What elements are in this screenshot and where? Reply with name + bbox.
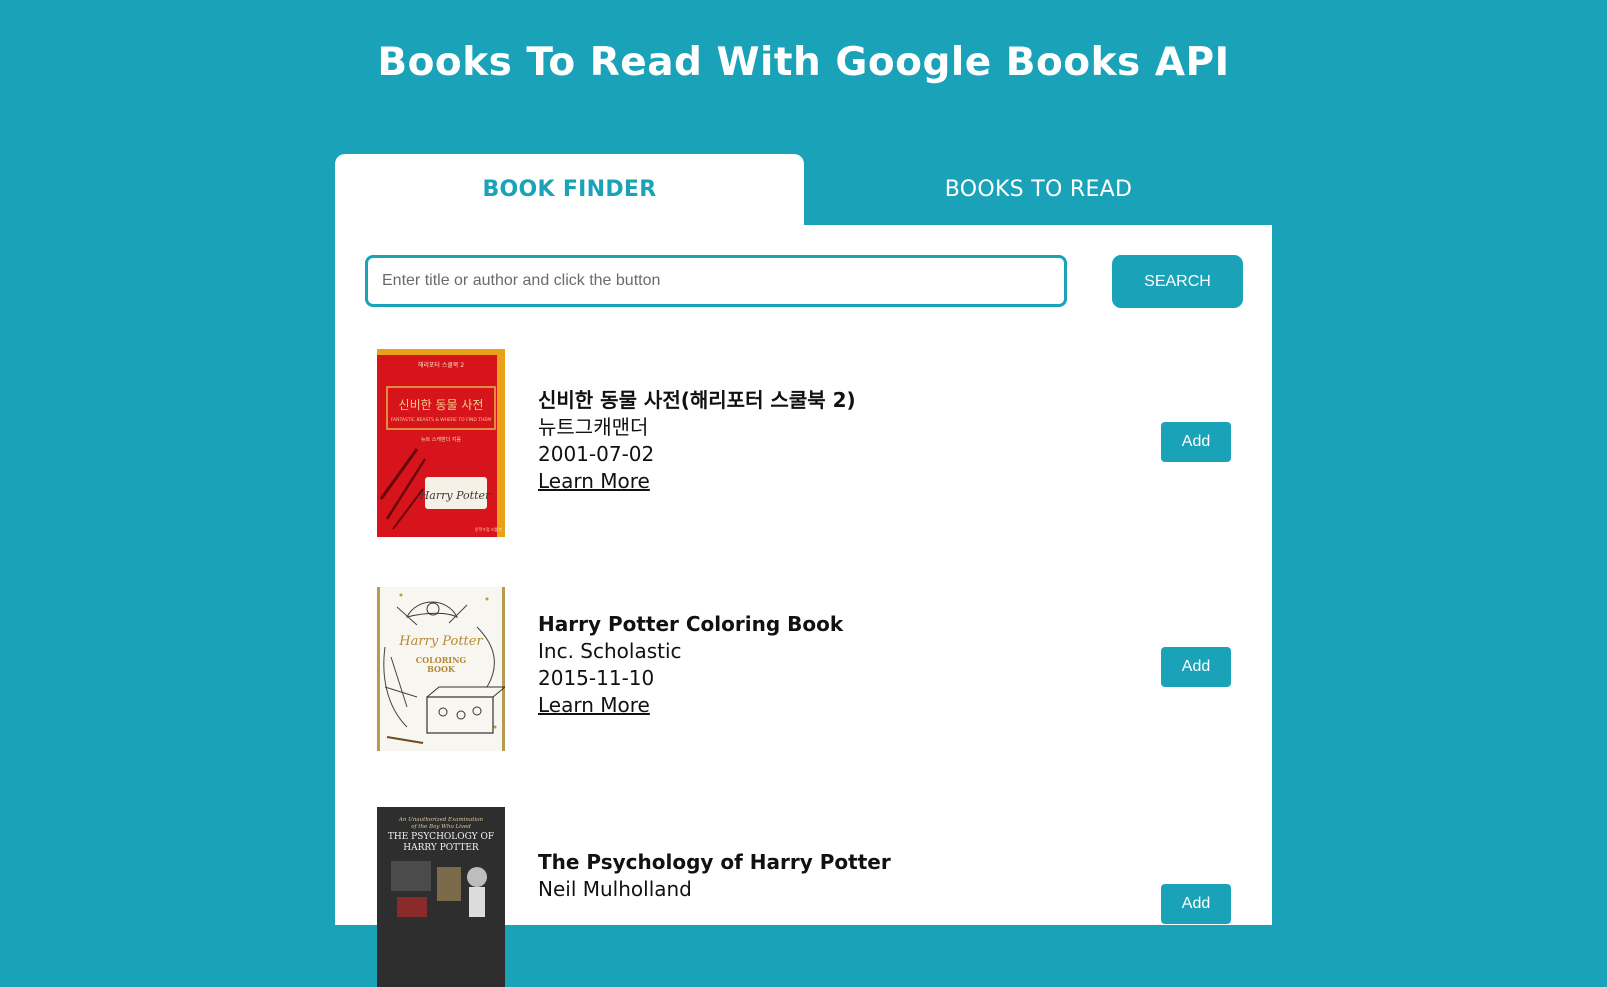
svg-text:FANTASTIC BEASTS & WHERE TO FI: FANTASTIC BEASTS & WHERE TO FIND THEM: [391, 417, 491, 423]
add-book-button[interactable]: Add: [1161, 884, 1231, 924]
book-cover-image: 해리포터 스쿨북 2 신비한 동물 사전 FANTASTIC BEASTS & …: [377, 349, 505, 537]
svg-text:뉴트 스캐맨더 지음: 뉴트 스캐맨더 지음: [421, 436, 461, 443]
svg-text:Harry Potter: Harry Potter: [419, 489, 491, 502]
tab-books-to-read[interactable]: BOOKS TO READ: [804, 154, 1273, 225]
book-author: 뉴트그캐맨더: [538, 415, 649, 439]
book-title: The Psychology of Harry Potter: [538, 850, 891, 874]
book-info: The Psychology of Harry Potter Neil Mulh…: [538, 849, 891, 903]
learn-more-link[interactable]: Learn More: [538, 692, 650, 719]
book-info: 신비한 동물 사전(해리포터 스쿨북 2) 뉴트그캐맨더 2001-07-02 …: [538, 387, 856, 495]
book-finder-panel: SEARCH 해리포터 스쿨북 2 신비한 동물 사전 FANTASTIC BE…: [335, 225, 1272, 987]
svg-text:An Unauthorized Examination: An Unauthorized Examination: [398, 817, 484, 823]
tab-bar: BOOK FINDER BOOKS TO READ: [335, 154, 1272, 225]
book-info: Harry Potter Coloring Book Inc. Scholast…: [538, 611, 843, 719]
page-title: Books To Read With Google Books API: [377, 40, 1230, 85]
book-date: 2001-07-02: [538, 442, 655, 466]
search-input[interactable]: [365, 255, 1067, 307]
learn-more-link[interactable]: Learn More: [538, 468, 650, 495]
book-title: 신비한 동물 사전(해리포터 스쿨북 2): [538, 388, 856, 412]
svg-text:문학수첩 리틀북: 문학수첩 리틀북: [475, 526, 502, 532]
book-cover-image: Harry Potter COLORING BOOK: [377, 587, 505, 751]
book-list-item: An Unauthorized Examination of the Boy W…: [335, 807, 1272, 987]
svg-text:of the Boy Who Lived: of the Boy Who Lived: [411, 824, 471, 830]
svg-text:HARRY POTTER: HARRY POTTER: [403, 843, 479, 853]
book-list-item: Harry Potter COLORING BOOK Harry Potter …: [335, 577, 1272, 751]
svg-text:신비한 동물 사전: 신비한 동물 사전: [399, 398, 484, 412]
book-author: Inc. Scholastic: [538, 639, 682, 663]
svg-text:BOOK: BOOK: [427, 664, 456, 674]
svg-text:THE PSYCHOLOGY OF: THE PSYCHOLOGY OF: [388, 832, 494, 842]
book-list-item: 해리포터 스쿨북 2 신비한 동물 사전 FANTASTIC BEASTS & …: [335, 349, 1272, 539]
book-title: Harry Potter Coloring Book: [538, 612, 844, 636]
search-button[interactable]: SEARCH: [1112, 255, 1243, 308]
add-book-button[interactable]: Add: [1161, 422, 1231, 462]
app-container: BOOK FINDER BOOKS TO READ SEARCH 해리포터 스쿨…: [335, 154, 1272, 987]
svg-text:Harry Potter: Harry Potter: [398, 634, 483, 649]
book-date: 2015-11-10: [538, 666, 655, 690]
tab-book-finder[interactable]: BOOK FINDER: [335, 154, 804, 225]
add-book-button[interactable]: Add: [1161, 647, 1231, 687]
book-cover-image: An Unauthorized Examination of the Boy W…: [377, 807, 505, 987]
svg-text:해리포터 스쿨북 2: 해리포터 스쿨북 2: [418, 361, 464, 369]
book-author: Neil Mulholland: [538, 877, 692, 901]
